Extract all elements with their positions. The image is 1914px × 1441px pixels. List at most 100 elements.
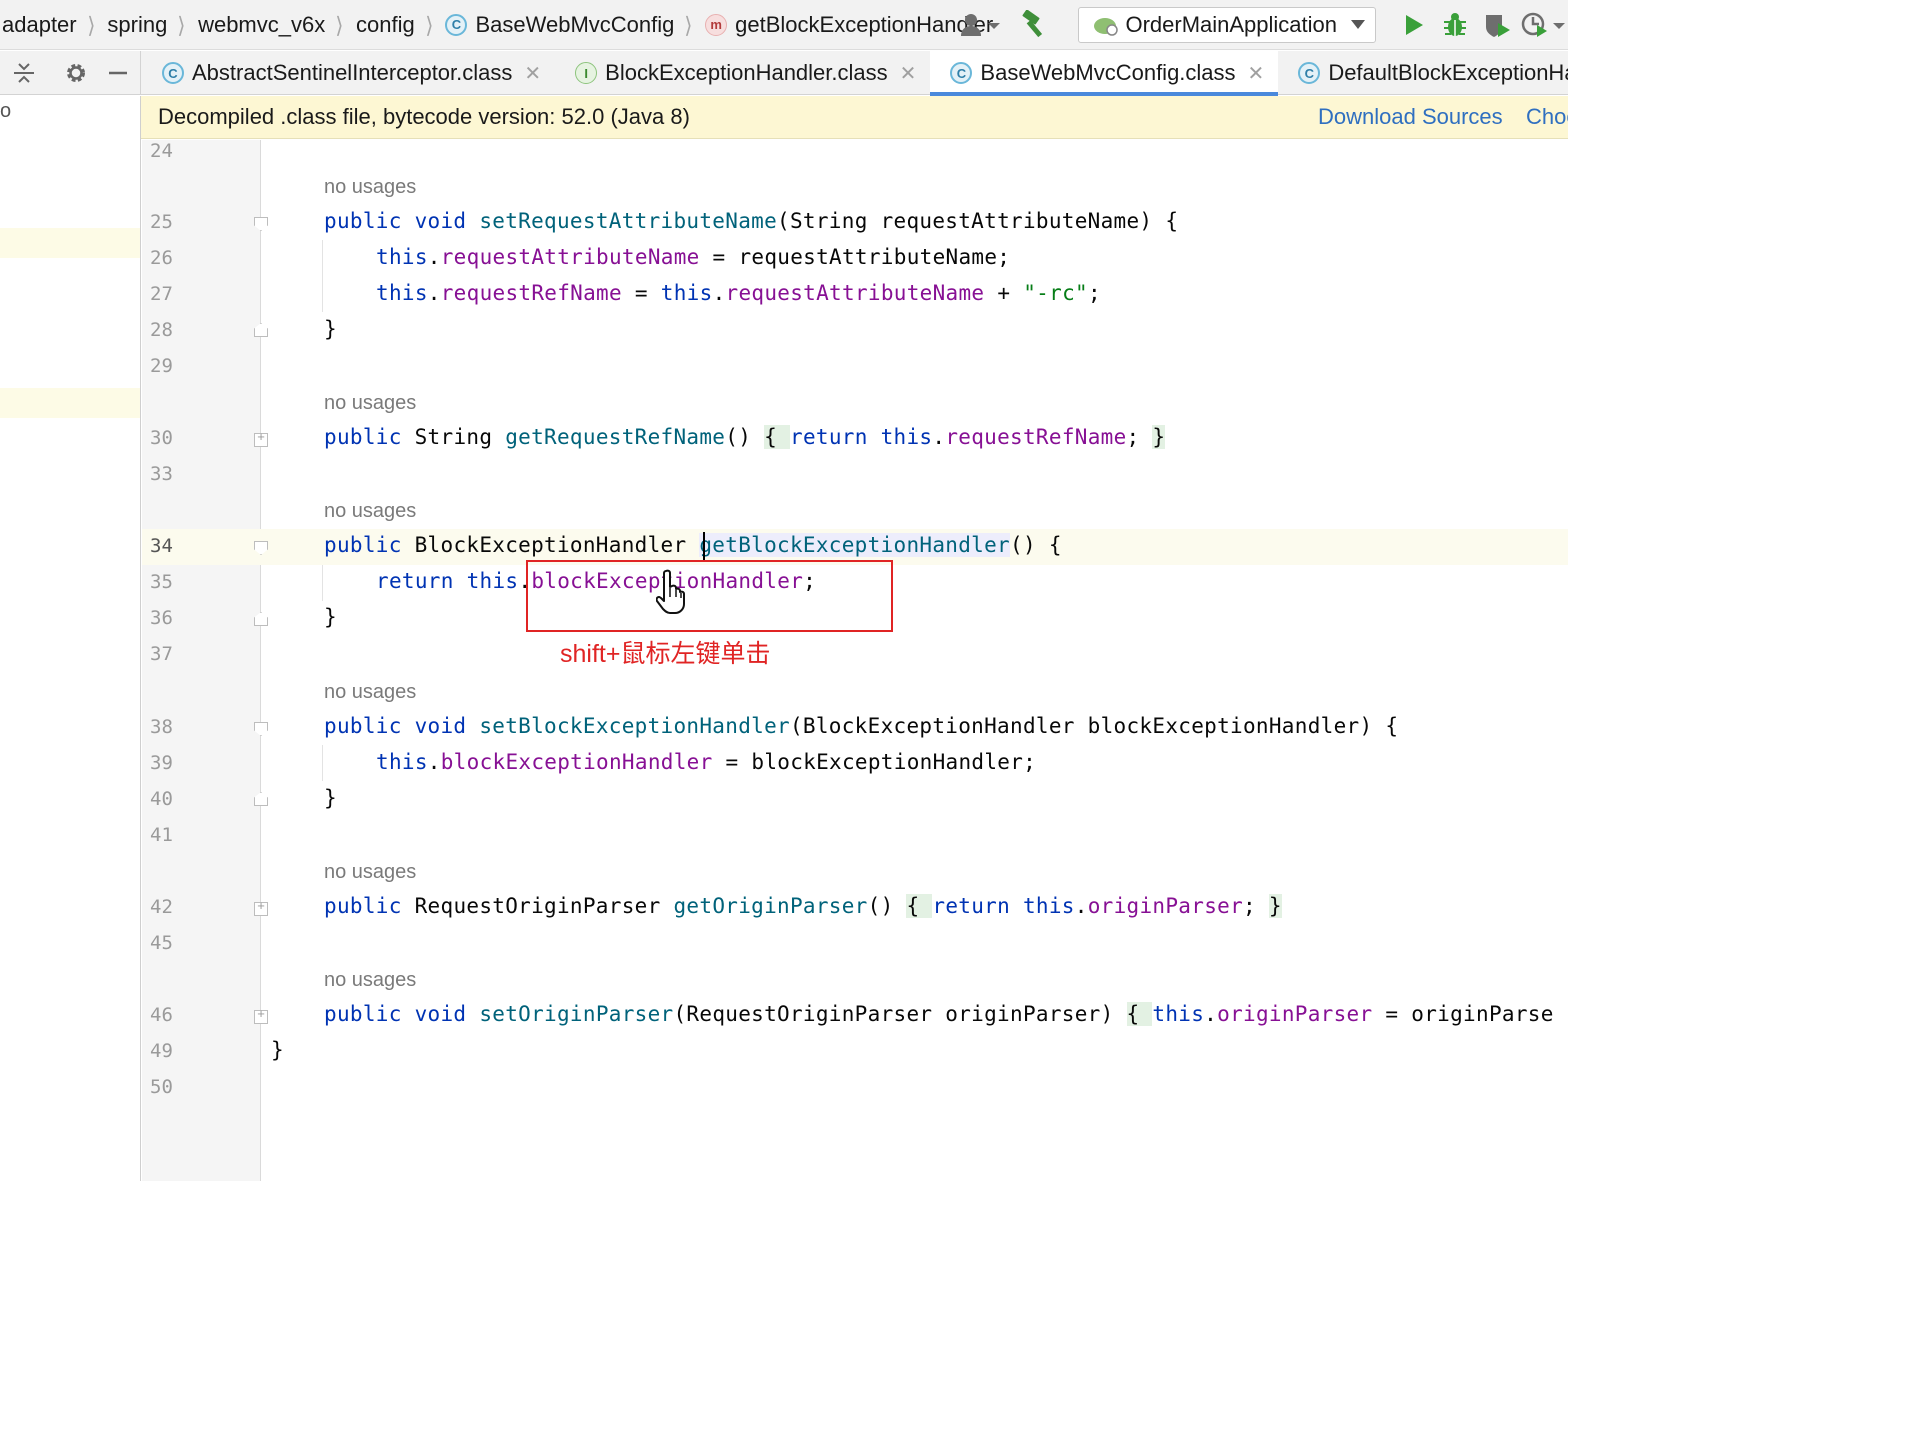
method-icon: m (705, 13, 728, 36)
decompiled-banner: Decompiled .class file, bytecode version… (141, 96, 1568, 139)
breadcrumb-item[interactable]: spring (103, 12, 171, 38)
code-line[interactable]: public void setBlockExceptionHandler(Blo… (324, 714, 1398, 738)
class-icon: C (950, 62, 973, 84)
navigation-bar: adapter ❭ spring ❭ webmvc_v6x ❭ config ❭… (0, 0, 1568, 50)
close-icon[interactable]: ✕ (1248, 61, 1265, 86)
close-icon[interactable]: ✕ (524, 61, 541, 86)
usage-hint[interactable]: no usages (324, 392, 416, 415)
line-number: 25 (150, 211, 173, 233)
download-sources-link[interactable]: Download Sources (1318, 104, 1503, 130)
gear-icon (67, 64, 85, 82)
line-number: 30 (150, 427, 173, 449)
breadcrumb-item[interactable]: m getBlockExceptionHandler (701, 12, 997, 38)
expand-fold-toggle[interactable] (254, 898, 268, 916)
code-line[interactable]: this.blockExceptionHandler = blockExcept… (376, 750, 1036, 774)
tab-block-exception-handler[interactable]: I BlockExceptionHandler.class ✕ (555, 51, 930, 95)
line-number: 35 (150, 571, 173, 593)
line-number: 36 (150, 607, 173, 629)
line-number: 50 (150, 1076, 173, 1098)
code-line[interactable]: this.requestRefName = this.requestAttrib… (376, 281, 1101, 305)
settings-button[interactable] (54, 53, 98, 93)
line-number: 46 (150, 1004, 173, 1026)
tab-label: BaseWebMvcConfig.class (980, 60, 1236, 85)
chevron-down-icon (1351, 20, 1365, 29)
usage-hint[interactable]: no usages (324, 861, 416, 884)
banner-text: Decompiled .class file, bytecode version… (158, 104, 690, 129)
usage-hint[interactable]: no usages (324, 176, 416, 199)
usage-hint[interactable]: no usages (324, 969, 416, 992)
tab-base-web-mvc-config[interactable]: C BaseWebMvcConfig.class ✕ (930, 51, 1279, 96)
code-line[interactable]: } (271, 1038, 284, 1062)
annotation-text: shift+鼠标左键单击 (560, 640, 771, 668)
tab-label: AbstractSentinelInterceptor.class (192, 60, 513, 85)
breadcrumb-item[interactable]: adapter (0, 12, 81, 38)
editor-tab-bar: C AbstractSentinelInterceptor.class ✕ I … (0, 51, 1568, 96)
chevron-right-icon: ❭ (176, 14, 187, 36)
line-number: 29 (150, 355, 173, 377)
project-tree-text: o (0, 100, 12, 122)
bug-icon (1444, 13, 1466, 36)
collapse-all-button[interactable] (2, 53, 46, 93)
indent-guide (322, 745, 323, 781)
profiler-icon (1521, 12, 1565, 37)
expand-fold-toggle[interactable] (254, 1006, 268, 1024)
close-icon[interactable]: ✕ (900, 61, 917, 86)
debug-button[interactable] (1434, 5, 1476, 45)
tab-abstract-sentinel-interceptor[interactable]: C AbstractSentinelInterceptor.class ✕ (142, 51, 555, 95)
chevron-right-icon: ❭ (423, 14, 434, 36)
coverage-icon (1486, 15, 1510, 37)
editor-tabs: C AbstractSentinelInterceptor.class ✕ I … (142, 51, 1568, 96)
chevron-right-icon: ❭ (85, 14, 96, 36)
class-icon: C (162, 62, 184, 84)
expand-fold-toggle[interactable] (254, 429, 268, 447)
code-line[interactable]: } (324, 317, 337, 341)
usage-hint[interactable]: no usages (324, 500, 416, 523)
line-number: 49 (150, 1040, 173, 1062)
line-number: 33 (150, 463, 173, 485)
minus-icon (109, 71, 127, 75)
line-number: 28 (150, 319, 173, 341)
ide-window: adapter ❭ spring ❭ webmvc_v6x ❭ config ❭… (0, 0, 1568, 1181)
code-line[interactable]: public void setRequestAttributeName(Stri… (324, 209, 1178, 233)
line-number: 24 (150, 140, 173, 162)
breadcrumb-item[interactable]: webmvc_v6x (194, 12, 329, 38)
code-line[interactable]: public RequestOriginParser getOriginPars… (324, 894, 1282, 918)
tab-label: BlockExceptionHandler.class (605, 60, 888, 85)
annotation-box (526, 560, 893, 632)
line-number: 38 (150, 716, 173, 738)
profile-button[interactable] (1518, 5, 1568, 45)
code-line[interactable]: public void setOriginParser(RequestOrigi… (324, 1002, 1554, 1026)
interface-icon: I (575, 62, 598, 84)
line-number: 37 (150, 643, 173, 665)
indent-guide (322, 565, 323, 601)
user-icon (961, 14, 1001, 36)
breadcrumb-item[interactable]: config (352, 12, 419, 38)
breadcrumb-item[interactable]: C BaseWebMvcConfig (441, 12, 678, 38)
line-number: 40 (150, 788, 173, 810)
code-line[interactable]: public BlockExceptionHandler getBlockExc… (324, 533, 1062, 557)
chevron-right-icon: ❭ (683, 14, 694, 36)
run-button[interactable] (1394, 5, 1434, 45)
class-icon: C (1298, 62, 1321, 84)
run-configuration-select[interactable]: OrderMainApplication (1078, 7, 1376, 43)
code-line[interactable]: } (324, 605, 337, 629)
tree-row-highlight[interactable] (0, 388, 140, 418)
spring-boot-icon (1094, 18, 1119, 36)
code-line[interactable]: } (324, 786, 337, 810)
toolbar: OrderMainApplication (956, 0, 1568, 50)
project-panel-toolbar (0, 51, 141, 95)
run-with-coverage-button[interactable] (1476, 5, 1518, 45)
code-line[interactable]: this.requestAttributeName = requestAttri… (376, 245, 1010, 269)
usage-hint[interactable]: no usages (324, 681, 416, 704)
hide-panel-button[interactable] (98, 53, 138, 93)
build-button[interactable] (1014, 5, 1054, 45)
vcs-user-button[interactable] (956, 5, 1008, 45)
line-number: 39 (150, 752, 173, 774)
hammer-icon (1022, 10, 1043, 38)
choose-sources-link[interactable]: Choo (1526, 104, 1568, 130)
hand-cursor-icon (656, 569, 685, 614)
tree-row-highlight[interactable] (0, 228, 140, 258)
tab-default-block-exception-handler[interactable]: C DefaultBlockExceptionHandler.cla (1278, 51, 1568, 95)
text-caret (703, 532, 705, 560)
code-line[interactable]: public String getRequestRefName() { retu… (324, 425, 1166, 449)
